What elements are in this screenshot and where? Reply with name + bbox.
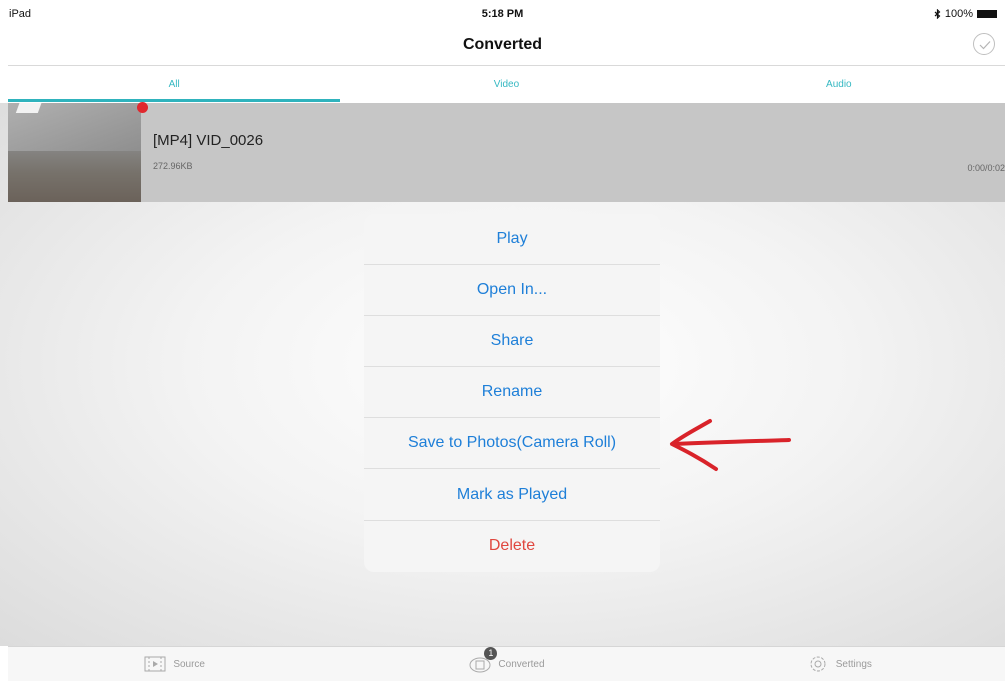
gear-icon bbox=[806, 654, 830, 674]
tab-bar-source-label: Source bbox=[173, 658, 205, 670]
tab-bar-settings-label: Settings bbox=[835, 658, 872, 670]
tab-audio[interactable]: Audio bbox=[673, 66, 1005, 102]
share-action[interactable]: Share bbox=[364, 316, 660, 368]
battery-icon bbox=[977, 10, 997, 18]
file-row[interactable]: [MP4] VID_0026 272.96KB 0:00/0:02 bbox=[8, 102, 1005, 202]
popover-arrow bbox=[504, 205, 522, 214]
status-bar: iPad 5:18 PM 100% bbox=[0, 0, 1005, 26]
annotation-arrow-icon bbox=[670, 419, 791, 471]
battery-percent: 100% bbox=[944, 8, 973, 20]
status-time: 5:18 PM bbox=[481, 8, 524, 20]
file-duration: 0:00/0:02 bbox=[967, 163, 1005, 173]
delete-action[interactable]: Delete bbox=[364, 521, 660, 572]
bottom-tab-bar: Source 1 Converted Settings bbox=[8, 646, 1005, 681]
source-icon bbox=[143, 654, 167, 674]
action-popover: Play Open In... Share Rename Save to Pho… bbox=[364, 214, 660, 572]
open-in-action[interactable]: Open In... bbox=[364, 265, 660, 317]
checkmark-icon bbox=[979, 41, 991, 50]
tab-bar-source[interactable]: Source bbox=[8, 647, 340, 681]
save-to-photos-action[interactable]: Save to Photos(Camera Roll) bbox=[364, 418, 660, 470]
play-action[interactable]: Play bbox=[364, 214, 660, 266]
tab-bar-settings[interactable]: Settings bbox=[673, 647, 1005, 681]
page-title: Converted bbox=[462, 36, 543, 53]
tab-video[interactable]: Video bbox=[340, 66, 672, 102]
filter-tabs: All Video Audio bbox=[8, 66, 1005, 102]
tab-bar-converted[interactable]: 1 Converted bbox=[340, 647, 672, 681]
status-right: 100% bbox=[934, 8, 997, 20]
converted-badge: 1 bbox=[484, 647, 498, 660]
tab-bar-converted-label: Converted bbox=[498, 658, 545, 670]
file-name: [MP4] VID_0026 bbox=[153, 132, 264, 149]
file-size: 272.96KB bbox=[153, 161, 193, 171]
mark-as-played-action[interactable]: Mark as Played bbox=[364, 469, 660, 521]
video-thumbnail bbox=[8, 103, 141, 202]
tab-all[interactable]: All bbox=[8, 66, 341, 102]
bluetooth-icon bbox=[934, 9, 941, 19]
converted-icon: 1 bbox=[468, 647, 498, 674]
unplayed-indicator bbox=[137, 102, 148, 113]
select-button[interactable] bbox=[973, 33, 995, 55]
rename-action[interactable]: Rename bbox=[364, 367, 660, 419]
